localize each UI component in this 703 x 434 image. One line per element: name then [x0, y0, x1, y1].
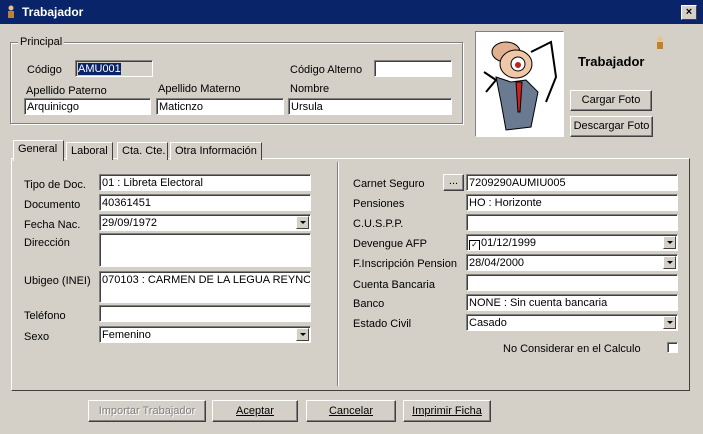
apellido-materno-field[interactable]: Maticnzo	[156, 98, 284, 115]
fecha-nac-value: 29/09/1972	[102, 217, 158, 229]
devengue-afp-field[interactable]: ✓ 01/12/1999	[466, 234, 678, 251]
nombre-field[interactable]: Ursula	[288, 98, 452, 115]
pensiones-field[interactable]: HO : Horizonte	[466, 194, 678, 211]
no-considerar-checkbox[interactable]	[667, 342, 678, 353]
cargar-foto-button[interactable]: Cargar Foto	[570, 90, 652, 111]
carnet-lookup-button[interactable]: ...	[443, 174, 464, 191]
fecha-nac-field[interactable]: 29/09/1972	[99, 214, 311, 231]
sexo-label: Sexo	[24, 331, 50, 343]
devengue-afp-value: 01/12/1999	[481, 237, 537, 249]
codigo-alterno-label: Código Alterno	[290, 64, 363, 76]
active-tab-gap	[14, 158, 63, 160]
apellido-materno-label: Apellido Materno	[158, 83, 241, 95]
app-icon	[8, 5, 14, 18]
sexo-value: Femenino	[102, 329, 151, 341]
fecha-nac-label: Fecha Nac.	[24, 219, 81, 231]
importar-trabajador-button[interactable]: Importar Trabajador	[88, 400, 206, 422]
cuenta-bancaria-label: Cuenta Bancaria	[353, 279, 435, 291]
title-bar: Trabajador ×	[0, 0, 703, 24]
f-inscripcion-label: F.Inscripción Pension	[353, 258, 457, 270]
estado-civil-select[interactable]: Casado	[466, 314, 678, 331]
checkbox-checked-icon[interactable]: ✓	[469, 240, 480, 250]
telefono-label: Teléfono	[24, 310, 66, 322]
codigo-field[interactable]: AMU001	[75, 60, 153, 77]
aceptar-button[interactable]: Aceptar	[212, 400, 298, 422]
estado-civil-value: Casado	[469, 317, 507, 329]
ubigeo-label: Ubigeo (INEI)	[24, 275, 91, 287]
tab-otra-informacion[interactable]: Otra Información	[170, 142, 262, 160]
chevron-down-icon[interactable]	[296, 328, 309, 341]
chevron-down-icon[interactable]	[663, 256, 676, 269]
sexo-select[interactable]: Femenino	[99, 326, 311, 343]
imprimir-ficha-button[interactable]: Imprimir Ficha	[403, 400, 491, 422]
direccion-field[interactable]	[99, 233, 311, 267]
nombre-label: Nombre	[290, 83, 330, 95]
column-divider	[337, 162, 339, 386]
no-considerar-label: No Considerar en el Calculo	[503, 343, 641, 355]
header-title: Trabajador	[578, 54, 645, 69]
chevron-down-icon[interactable]	[296, 216, 309, 229]
codigo-value: AMU001	[78, 63, 121, 75]
principal-legend: Principal	[18, 36, 65, 48]
banco-label: Banco	[353, 298, 385, 310]
descargar-foto-button[interactable]: Descargar Foto	[570, 116, 653, 137]
window-title: Trabajador	[22, 5, 84, 19]
cancelar-button[interactable]: Cancelar	[306, 400, 396, 422]
cuspp-field[interactable]	[466, 214, 678, 231]
banco-field[interactable]: NONE : Sin cuenta bancaria	[466, 294, 678, 311]
tab-cta-cte[interactable]: Cta. Cte.	[117, 142, 168, 160]
carnet-seguro-field[interactable]: 7209290AUMIU005	[466, 174, 678, 191]
cartoon-figure-image	[483, 40, 558, 131]
devengue-afp-label: Devengue AFP	[353, 238, 427, 250]
direccion-label: Dirección	[24, 237, 70, 249]
tipo-doc-label: Tipo de Doc.	[24, 179, 86, 191]
documento-field[interactable]: 40361451	[99, 194, 311, 211]
close-button[interactable]: ×	[681, 5, 697, 20]
tab-laboral[interactable]: Laboral	[66, 142, 113, 160]
codigo-alterno-field[interactable]	[374, 60, 452, 77]
chevron-down-icon[interactable]	[663, 316, 676, 329]
estado-civil-label: Estado Civil	[353, 318, 412, 330]
chevron-down-icon[interactable]	[663, 236, 676, 249]
employee-photo	[475, 31, 564, 137]
f-inscripcion-value: 28/04/2000	[469, 257, 525, 269]
telefono-field[interactable]	[99, 305, 311, 322]
cuenta-bancaria-field[interactable]	[466, 274, 678, 291]
carnet-seguro-label: Carnet Seguro	[353, 178, 425, 190]
cuspp-label: C.U.S.P.P.	[353, 218, 404, 230]
documento-label: Documento	[24, 199, 81, 211]
f-inscripcion-field[interactable]: 28/04/2000	[466, 254, 678, 271]
apellido-paterno-field[interactable]: Arquinicgo	[24, 98, 151, 115]
tipo-doc-field[interactable]: 01 : Libreta Electoral	[99, 174, 311, 191]
ubigeo-field[interactable]: 070103 : CARMEN DE LA LEGUA REYNO	[99, 271, 311, 303]
pensiones-label: Pensiones	[353, 198, 405, 210]
user-icon	[657, 36, 663, 49]
codigo-label: Código	[27, 64, 62, 76]
apellido-paterno-label: Apellido Paterno	[26, 85, 107, 97]
